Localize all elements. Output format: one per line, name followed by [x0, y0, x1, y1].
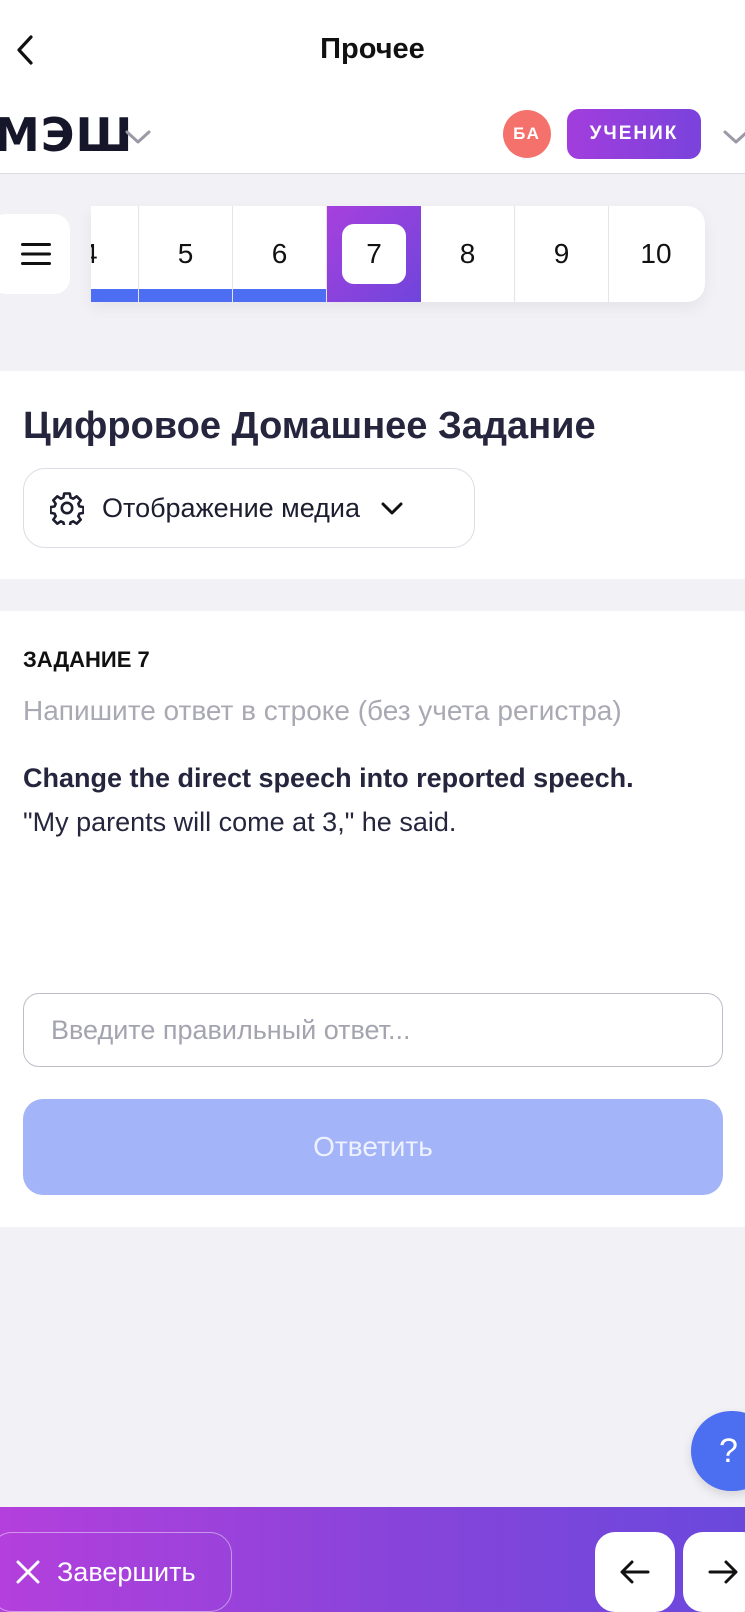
avatar[interactable]: БА [503, 110, 551, 158]
chevron-down-icon[interactable] [124, 124, 152, 148]
task-done-indicator [233, 289, 326, 302]
task-number-item-active[interactable]: 7 [327, 206, 421, 302]
finish-button[interactable]: Завершить [0, 1532, 232, 1612]
close-icon [16, 1560, 40, 1584]
app-header: МЭШ БА УЧЕНИК [0, 102, 745, 174]
page-title: Прочее [320, 33, 425, 65]
chevron-down-icon[interactable] [722, 124, 745, 148]
hamburger-menu-icon [21, 243, 51, 265]
bottom-bar: Завершить [0, 1507, 745, 1612]
task-number-item[interactable]: 8 [421, 206, 515, 302]
task-done-indicator [139, 289, 232, 302]
app-logo[interactable]: МЭШ [0, 108, 133, 162]
task-card: ЗАДАНИЕ 7 Напишите ответ в строке (без у… [0, 611, 745, 1227]
help-button[interactable]: ? [691, 1411, 745, 1491]
task-number-item[interactable]: 10 [609, 206, 703, 302]
next-task-button[interactable] [683, 1532, 745, 1612]
media-display-dropdown[interactable]: Отображение медиа [23, 468, 475, 548]
top-navigation-bar: Прочее [0, 0, 745, 102]
title-card: Цифровое Домашнее Задание Отображение ме… [0, 371, 745, 579]
task-number-item[interactable]: 6 [233, 206, 327, 302]
role-badge[interactable]: УЧЕНИК [567, 109, 701, 159]
arrow-right-icon [708, 1560, 738, 1584]
task-instruction: Change the direct speech into reported s… [23, 763, 634, 793]
submit-answer-button[interactable]: Ответить [23, 1099, 723, 1195]
task-number-item[interactable]: 4 [91, 206, 139, 302]
gear-icon [50, 492, 84, 525]
finish-label: Завершить [57, 1556, 196, 1587]
media-dropdown-label: Отображение медиа [102, 492, 361, 523]
answer-input[interactable] [23, 993, 723, 1067]
previous-task-button[interactable] [595, 1532, 675, 1612]
task-sentence: "My parents will come at 3," he said. [23, 807, 457, 837]
task-hint: Напишите ответ в строке (без учета регис… [23, 695, 622, 726]
task-heading: ЗАДАНИЕ 7 [23, 647, 150, 672]
task-number-strip: 4 5 6 7 8 9 10 [91, 206, 705, 302]
task-number-item[interactable]: 9 [515, 206, 609, 302]
chevron-down-icon [381, 502, 403, 515]
assignment-title: Цифровое Домашнее Задание [23, 405, 596, 447]
task-done-indicator [91, 289, 138, 302]
help-icon: ? [719, 1431, 738, 1470]
menu-button[interactable] [0, 214, 70, 294]
arrow-left-icon [620, 1560, 650, 1584]
task-number-item[interactable]: 5 [139, 206, 233, 302]
